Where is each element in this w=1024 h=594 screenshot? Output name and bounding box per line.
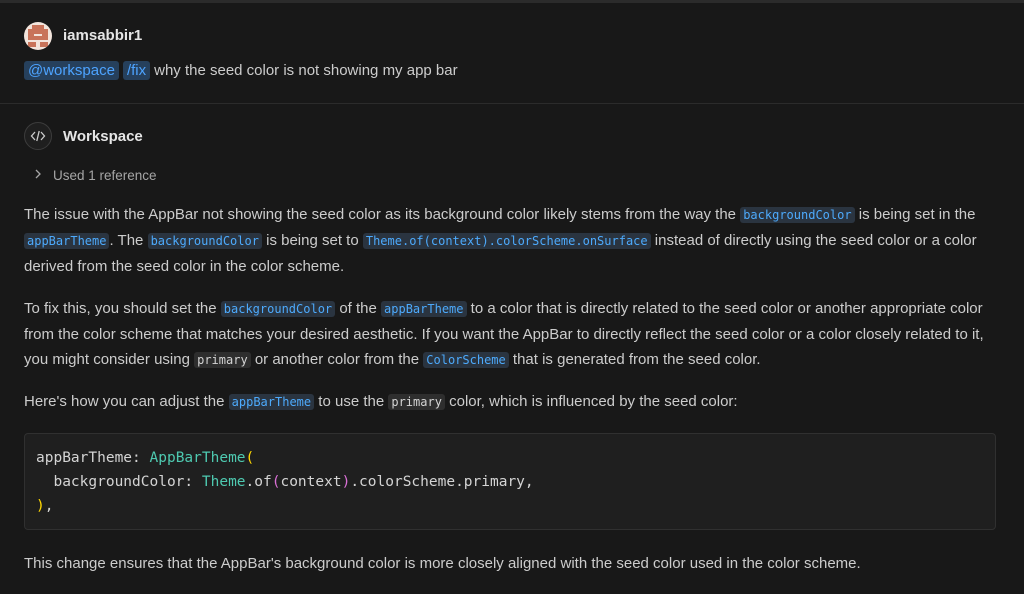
command-chip[interactable]: /fix — [122, 61, 151, 80]
agent-chip[interactable]: @workspace — [24, 61, 119, 80]
code-block[interactable]: appBarTheme: AppBarTheme( backgroundColo… — [24, 433, 996, 530]
text: is being set to — [261, 232, 363, 249]
text: To fix this, you should set the — [24, 300, 221, 317]
inline-code[interactable]: appBarTheme — [24, 233, 110, 249]
text: or another color from the — [250, 351, 424, 368]
code-icon — [24, 122, 52, 150]
inline-code: primary — [388, 394, 445, 410]
username: iamsabbir1 — [63, 27, 143, 44]
paragraph-1: The issue with the AppBar not showing th… — [24, 202, 999, 279]
request-message: @workspace/fix why the seed color is not … — [24, 61, 458, 80]
inline-code[interactable]: backgroundColor — [740, 207, 855, 223]
inline-code[interactable]: appBarTheme — [381, 301, 467, 317]
text: . The — [109, 232, 148, 249]
text: color, which is influenced by the seed c… — [444, 393, 738, 410]
paragraph-3: Here's how you can adjust the appBarThem… — [24, 389, 999, 415]
text: Here's how you can adjust the — [24, 393, 229, 410]
inline-code[interactable]: appBarTheme — [228, 394, 315, 410]
conclusion-text: This change ensures that the AppBar's ba… — [24, 555, 861, 572]
references-toggle[interactable]: Used 1 reference — [33, 168, 157, 183]
text: of the — [335, 300, 382, 317]
text: The issue with the AppBar not showing th… — [24, 206, 741, 223]
user-avatar[interactable] — [24, 22, 52, 50]
inline-code[interactable]: backgroundColor — [147, 233, 262, 249]
request-text: why the seed color is not showing my app… — [154, 62, 458, 79]
inline-code[interactable]: backgroundColor — [220, 301, 336, 317]
paragraph-2: To fix this, you should set the backgrou… — [24, 296, 999, 373]
text: that is generated from the seed color. — [508, 351, 761, 368]
inline-code[interactable]: ColorScheme — [423, 352, 509, 368]
response-author: Workspace — [63, 128, 143, 145]
inline-code[interactable]: Theme.of(context).colorScheme.onSurface — [362, 233, 651, 249]
chevron-right-icon — [33, 168, 45, 183]
text: to use the — [314, 393, 389, 410]
inline-code: primary — [194, 352, 251, 368]
text: is being set in the — [854, 206, 976, 223]
chat-request: iamsabbir1 @workspace/fix why the seed co… — [0, 3, 1024, 104]
chat-response: Workspace Used 1 reference The issue wit… — [0, 104, 1024, 594]
references-label: Used 1 reference — [53, 168, 157, 183]
code-content: appBarTheme: AppBarTheme( backgroundColo… — [36, 450, 534, 514]
